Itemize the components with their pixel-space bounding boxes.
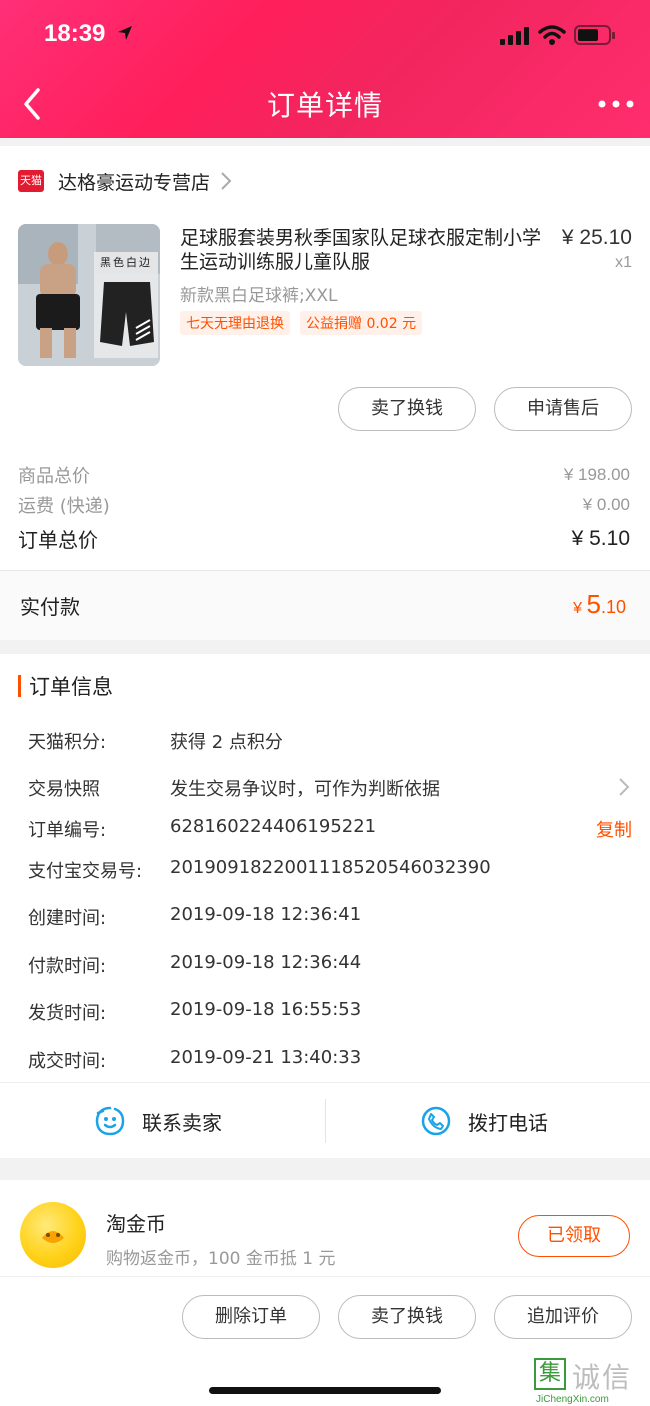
paid-amount: ¥ 5.10 bbox=[573, 589, 626, 620]
order-total-row: 订单总价 ¥ 5.10 bbox=[18, 524, 630, 553]
battery-icon bbox=[574, 25, 615, 45]
info-value: 628160224406195221 bbox=[170, 816, 377, 837]
info-label: 支付宝交易号: bbox=[28, 861, 143, 882]
info-label: 订单编号: bbox=[28, 820, 107, 841]
page-title: 订单详情 bbox=[266, 89, 383, 122]
payment-time-row: 付款时间: 2019-09-18 12:36:44 bbox=[28, 952, 632, 982]
info-value: 2019-09-18 12:36:41 bbox=[170, 904, 362, 925]
tmall-logo-icon: 天猫 bbox=[18, 170, 44, 192]
order-number-row: 订单编号: 628160224406195221 复制 bbox=[28, 816, 632, 846]
resell-button[interactable]: 卖了换钱 bbox=[338, 387, 476, 431]
contact-seller-label: 联系卖家 bbox=[142, 1110, 222, 1135]
phone-icon bbox=[421, 1106, 451, 1136]
contact-seller-button[interactable]: 联系卖家 bbox=[94, 1083, 222, 1159]
shipping-label: 运费 (快递) bbox=[18, 496, 110, 517]
order-total-label: 订单总价 bbox=[18, 528, 98, 552]
alipay-trade-row: 支付宝交易号: 2019091822001118520546032390 bbox=[28, 857, 632, 887]
watermark-domain: JiChengXin.com bbox=[536, 1394, 609, 1405]
chevron-right-icon bbox=[619, 778, 630, 796]
paid-amount-row: 实付款 ¥ 5.10 bbox=[0, 570, 650, 640]
more-options-icon[interactable] bbox=[596, 92, 636, 116]
goods-total-label: 商品总价 bbox=[18, 466, 90, 487]
watermark-logo: 集 诚信 JiChengXin.com bbox=[532, 1356, 650, 1406]
info-value: 2019-09-18 16:55:53 bbox=[170, 999, 362, 1020]
paid-integer: 5 bbox=[586, 589, 601, 619]
product-quantity: x1 bbox=[615, 254, 632, 271]
points-row: 天猫积分: 获得 2 点积分 bbox=[28, 728, 632, 758]
order-info-heading: 订单信息 bbox=[18, 671, 113, 701]
contact-bar: 联系卖家 拨打电话 bbox=[0, 1082, 650, 1158]
info-label: 付款时间: bbox=[28, 956, 107, 977]
coin-face-icon bbox=[42, 1231, 64, 1243]
info-value: 2019-09-18 12:36:44 bbox=[170, 952, 362, 973]
paid-label: 实付款 bbox=[20, 595, 80, 619]
shipping-row: 运费 (快递) ¥ 0.00 bbox=[18, 492, 630, 518]
shipped-time-row: 发货时间: 2019-09-18 16:55:53 bbox=[28, 999, 632, 1029]
after-sales-button[interactable]: 申请售后 bbox=[494, 387, 632, 431]
created-time-row: 创建时间: 2019-09-18 12:36:41 bbox=[28, 904, 632, 934]
delete-order-button[interactable]: 删除订单 bbox=[182, 1295, 320, 1339]
copy-order-number-button[interactable]: 复制 bbox=[596, 816, 632, 842]
chevron-right-icon bbox=[221, 172, 232, 190]
section-accent-bar bbox=[18, 675, 21, 697]
resell-bottom-button[interactable]: 卖了换钱 bbox=[338, 1295, 476, 1339]
info-value: 发生交易争议时，可作为判断依据 bbox=[170, 779, 440, 800]
info-label: 发货时间: bbox=[28, 1003, 107, 1024]
info-value: 2019091822001118520546032390 bbox=[170, 857, 491, 878]
cellular-signal-icon bbox=[500, 27, 529, 45]
shop-link[interactable]: 天猫 达格豪运动专营店 bbox=[18, 166, 232, 196]
goods-total-row: 商品总价 ¥ 198.00 bbox=[18, 462, 630, 488]
product-title[interactable]: 足球服套装男秋季国家队足球衣服定制小学生运动训练服儿童队服 bbox=[180, 226, 545, 274]
info-label: 创建时间: bbox=[28, 908, 107, 929]
call-phone-button[interactable]: 拨打电话 bbox=[420, 1083, 548, 1159]
order-total-value: ¥ 5.10 bbox=[571, 526, 630, 550]
paid-decimal: .10 bbox=[600, 597, 626, 617]
product-image-caption: 黑色白边 bbox=[100, 256, 152, 269]
product-spec: 新款黑白足球裤;XXL bbox=[180, 286, 338, 306]
shop-name: 达格豪运动专营店 bbox=[58, 171, 211, 194]
info-value: 获得 2 点积分 bbox=[170, 732, 283, 753]
watermark-mark: 集 bbox=[534, 1358, 566, 1390]
info-label: 成交时间: bbox=[28, 1051, 107, 1072]
info-label: 天猫积分: bbox=[28, 732, 107, 753]
shipping-value: ¥ 0.00 bbox=[582, 495, 630, 514]
top-header: 18:39 订单详情 bbox=[0, 0, 650, 138]
chat-smiley-icon bbox=[95, 1106, 125, 1136]
coin-title: 淘金币 bbox=[106, 1212, 166, 1236]
coin-subtitle: 购物返金币，100 金币抵 1 元 bbox=[106, 1249, 336, 1269]
snapshot-row[interactable]: 交易快照 发生交易争议时，可作为判断依据 bbox=[28, 775, 632, 805]
gold-coin-icon bbox=[20, 1202, 86, 1268]
home-indicator[interactable] bbox=[209, 1387, 441, 1394]
return-policy-tag: 七天无理由退换 bbox=[180, 311, 290, 335]
goods-total-value: ¥ 198.00 bbox=[563, 465, 630, 484]
add-review-button[interactable]: 追加评价 bbox=[494, 1295, 632, 1339]
watermark-text: 诚信 bbox=[572, 1361, 633, 1394]
product-photo-illustration bbox=[18, 224, 160, 366]
info-label: 交易快照 bbox=[28, 779, 100, 800]
info-value: 2019-09-21 13:40:33 bbox=[170, 1047, 362, 1068]
status-time: 18:39 bbox=[44, 20, 106, 47]
wifi-icon bbox=[538, 25, 566, 45]
claimed-button[interactable]: 已领取 bbox=[518, 1215, 630, 1257]
location-arrow-icon bbox=[118, 26, 132, 40]
service-tags: 七天无理由退换 公益捐赠 0.02 元 bbox=[180, 311, 423, 335]
paid-currency: ¥ bbox=[573, 600, 583, 617]
divider bbox=[325, 1099, 326, 1143]
taojinbi-card: 淘金币 购物返金币，100 金币抵 1 元 已领取 bbox=[0, 1180, 650, 1276]
product-image[interactable]: 黑色白边 bbox=[18, 224, 160, 366]
order-info-title: 订单信息 bbox=[29, 675, 113, 699]
completed-time-row: 成交时间: 2019-09-21 13:40:33 bbox=[28, 1047, 632, 1077]
charity-tag: 公益捐赠 0.02 元 bbox=[300, 311, 423, 335]
product-price: ¥ 25.10 bbox=[561, 226, 632, 249]
call-phone-label: 拨打电话 bbox=[468, 1110, 548, 1135]
